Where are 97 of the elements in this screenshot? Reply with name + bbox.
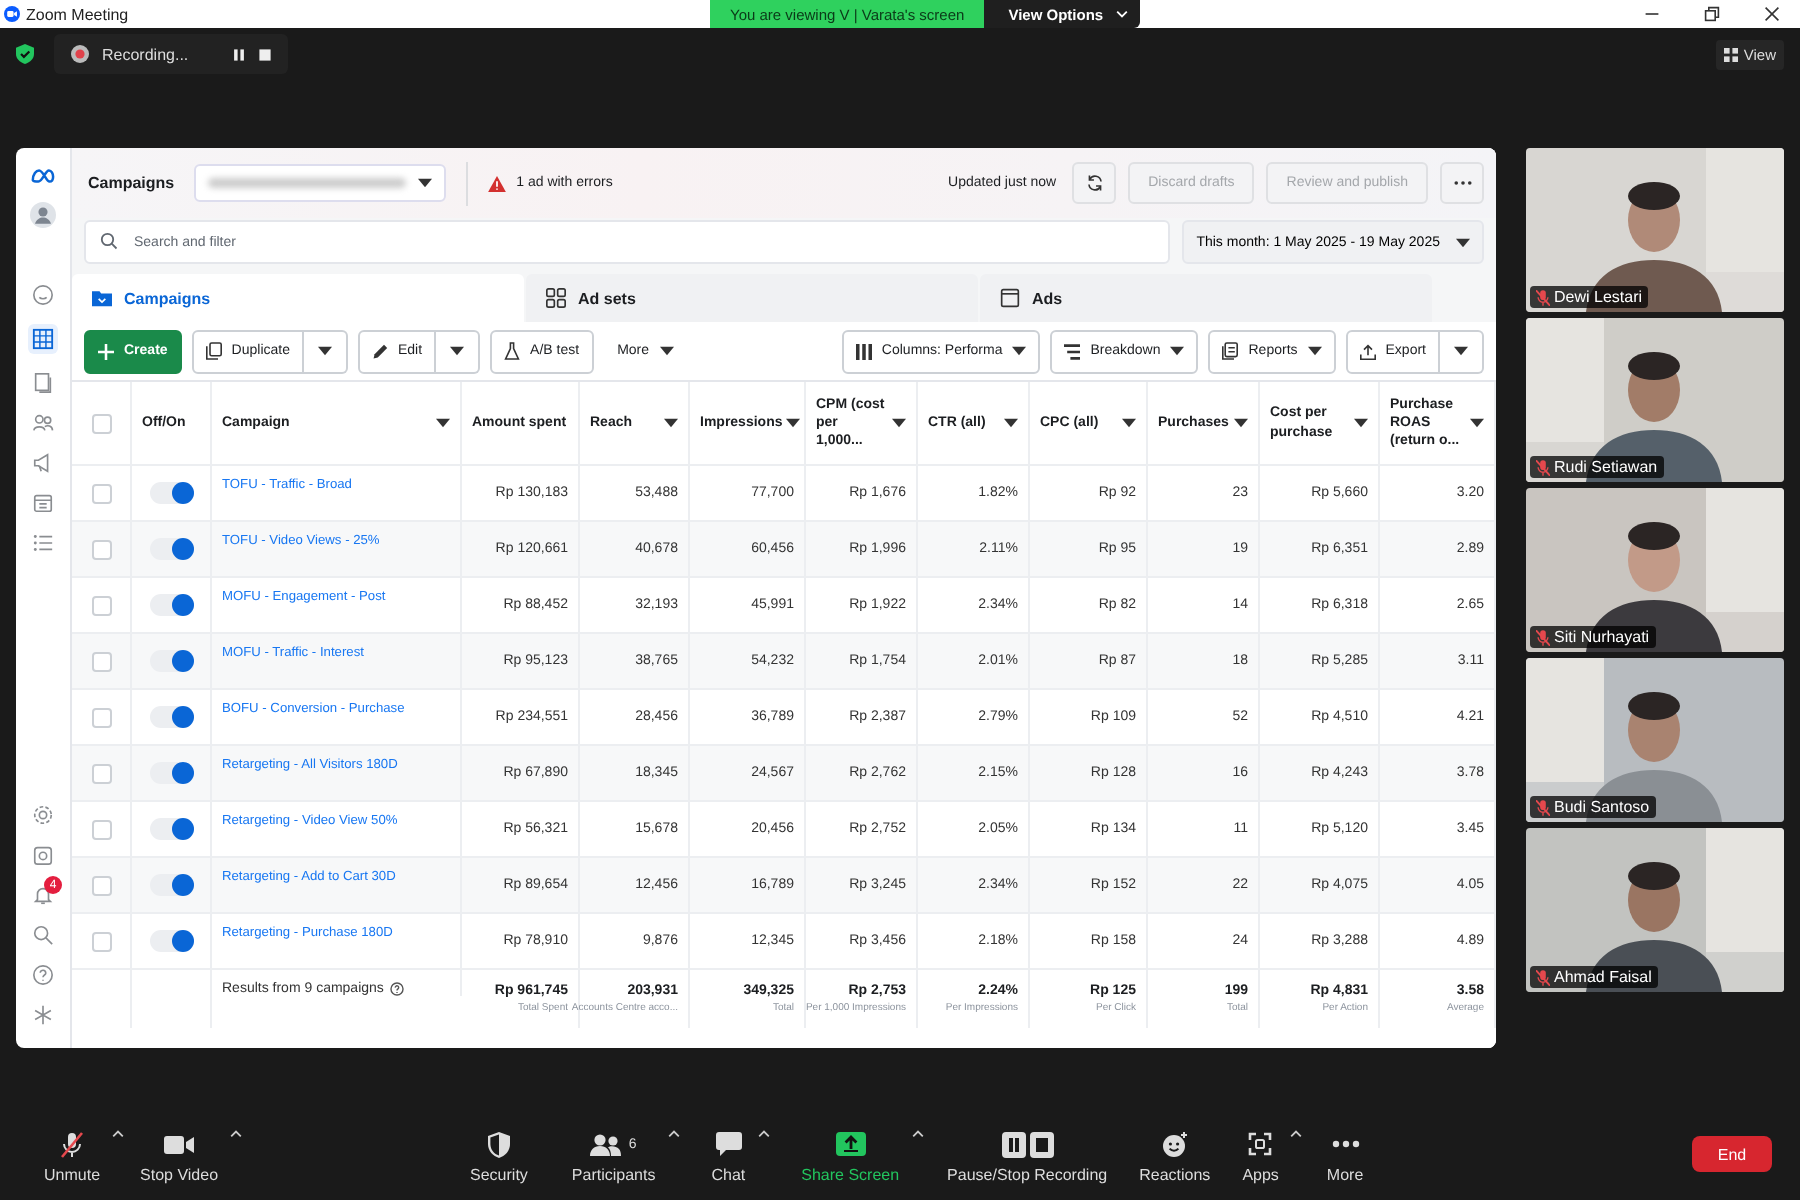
restore-icon[interactable] [1704,6,1720,22]
window-title: Zoom Meeting [26,5,129,23]
participant-name: Budi Santoso [1554,798,1650,816]
dropdown-button[interactable] [303,329,348,373]
shield-icon[interactable] [487,1131,510,1157]
help-icon [389,982,404,996]
report-icon [1222,342,1239,360]
stop-icon[interactable] [258,47,273,61]
toggle-switch[interactable] [149,930,193,952]
pencil-icon [371,343,388,359]
toggle-switch[interactable] [149,538,193,560]
checkbox[interactable] [91,539,111,559]
calendar-icon[interactable] [32,492,54,514]
smiley-icon[interactable] [1161,1131,1188,1157]
breakdown-icon [1064,343,1081,359]
checkbox[interactable] [91,763,111,783]
people-icon[interactable] [590,1133,623,1155]
muted-microphone-icon[interactable] [60,1131,84,1157]
list-icon[interactable] [32,532,54,554]
pages-icon[interactable] [32,372,54,394]
checkbox[interactable] [91,875,111,895]
toolbar-button[interactable]: More [1318,1130,1372,1184]
dropdown-button[interactable] [436,329,481,373]
help-icon[interactable] [32,964,54,986]
checkbox[interactable] [91,707,111,727]
meta-logo-icon [29,168,57,184]
page-title: Campaigns [88,174,175,192]
end-button[interactable]: End [1692,1136,1772,1172]
tab[interactable]: Ads [980,274,1432,322]
toolbar-button[interactable]: Pause/Stop Recording [939,1130,1116,1184]
tab[interactable]: Campaigns [72,274,524,322]
upload-icon [1359,343,1376,359]
grid-icon [1723,47,1738,61]
toggle-switch[interactable] [149,594,193,616]
warning-icon [488,175,507,191]
refresh-button[interactable] [1072,162,1117,204]
checkbox[interactable] [91,595,111,615]
video-camera-icon[interactable] [164,1133,195,1155]
notification-bell-icon[interactable] [32,884,54,906]
pause-stop-icon[interactable] [1001,1131,1054,1157]
checkbox[interactable] [91,413,111,433]
checkbox[interactable] [91,651,111,671]
caret-up-icon[interactable] [230,1130,243,1138]
chevron-down-icon [1115,10,1128,18]
apps-icon[interactable] [1248,1132,1273,1156]
toolbar-button[interactable]: Share Screen [793,1130,908,1184]
toolbar-button[interactable]: Stop Video [132,1130,227,1184]
tab[interactable]: Ad sets [526,274,978,322]
participant-name: Siti Nurhayati [1554,628,1650,646]
toolbar-button[interactable]: Reactions [1131,1130,1219,1184]
recording-status: Recording... [102,45,189,63]
toggle-switch[interactable] [149,482,193,504]
toolbar-button[interactable]: Chat [703,1130,754,1184]
toggle-switch[interactable] [149,874,193,896]
toolbar-button[interactable]: Unmute [36,1130,109,1184]
toggle-switch[interactable] [149,762,193,784]
ellipsis-icon[interactable] [1331,1140,1360,1148]
toggle-switch[interactable] [149,650,193,672]
ellipsis-icon [1453,180,1471,186]
avatar-icon [30,202,56,228]
caret-up-icon[interactable] [911,1130,924,1138]
caret-icon [1456,237,1470,247]
table-grid-icon[interactable] [32,328,54,350]
shield-check-icon [16,44,34,64]
asterisk-icon[interactable] [32,1004,54,1026]
chat-bubble-icon[interactable] [715,1132,742,1156]
settings-icon[interactable] [32,804,54,826]
dropdown-button[interactable] [1440,329,1484,373]
caret-up-icon[interactable] [112,1130,125,1138]
record-icon [70,44,90,64]
share-screen-icon[interactable] [835,1132,866,1156]
refresh-icon [1085,174,1104,192]
caret-icon [418,178,433,188]
participant-name: Rudi Setiawan [1554,458,1658,476]
close-icon[interactable] [1764,6,1780,22]
plus-icon [98,343,114,359]
caret-up-icon[interactable] [667,1130,680,1138]
participant-name: Ahmad Faisal [1554,968,1652,986]
toggle-switch[interactable] [149,706,193,728]
checkbox[interactable] [91,931,111,951]
participant-name: Dewi Lestari [1554,288,1643,306]
columns-icon [855,343,872,359]
pause-icon[interactable] [232,47,247,61]
search-icon[interactable] [32,924,54,946]
megaphone-icon[interactable] [32,452,54,474]
toolbar-button[interactable]: Apps [1234,1130,1287,1184]
caret-up-icon[interactable] [1290,1130,1303,1138]
toolbar-button[interactable]: Security [462,1130,536,1184]
folder-icon [92,288,112,308]
caret-up-icon[interactable] [757,1130,770,1138]
checkbox[interactable] [91,483,111,503]
flask-icon [504,342,521,360]
square-icon [1000,288,1020,308]
toggle-switch[interactable] [149,818,193,840]
copy-icon [205,342,222,360]
grid-squares-icon [546,288,566,308]
checkbox[interactable] [91,819,111,839]
